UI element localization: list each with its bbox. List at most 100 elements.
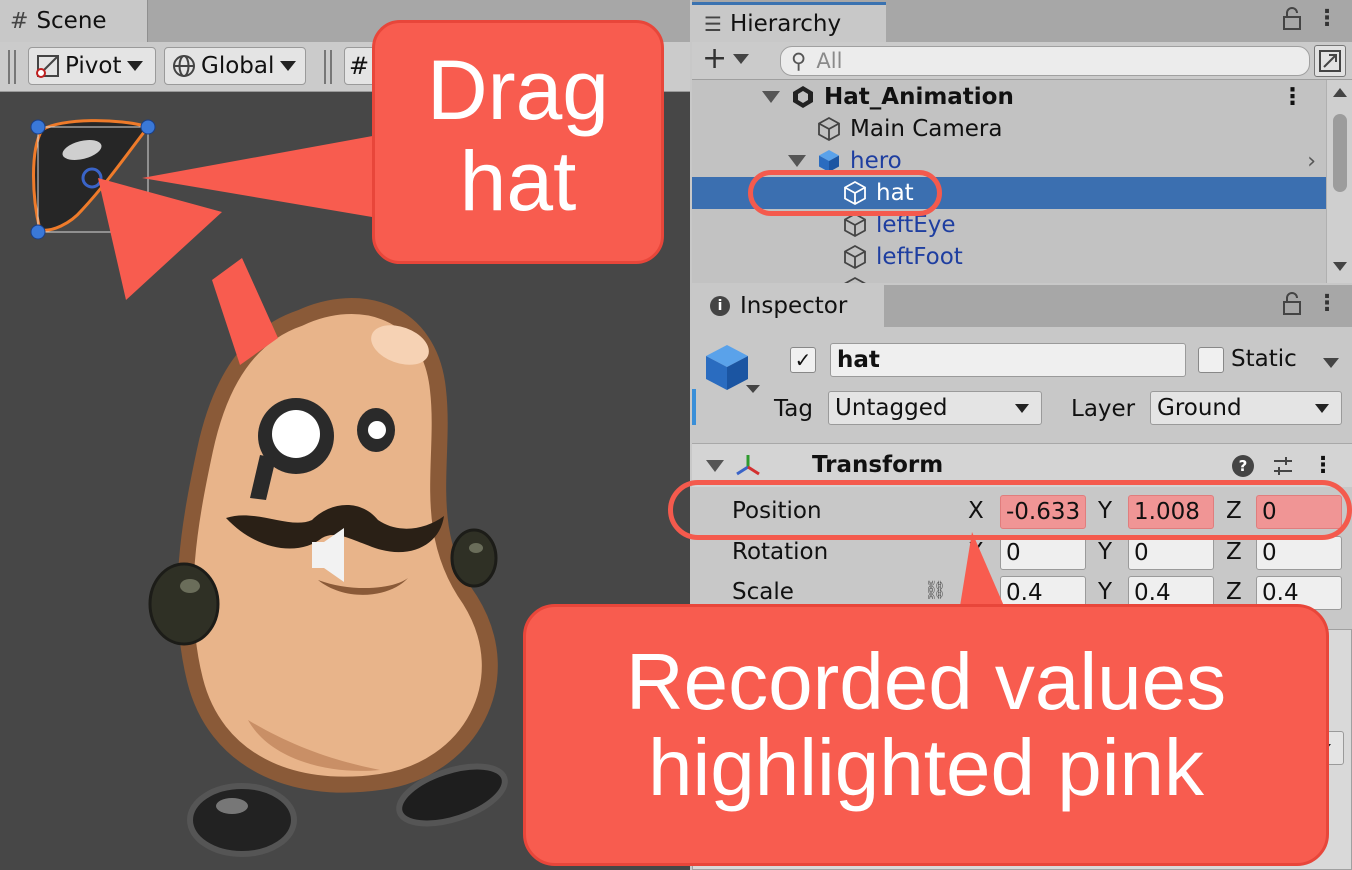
recorded-values-callout: Recorded values highlighted pink [523,604,1329,866]
transform-icon [736,455,760,476]
prefab-icon [844,276,866,283]
tag-dropdown[interactable]: Untagged [828,391,1042,425]
more-options-icon[interactable]: ⋮ [1316,6,1338,31]
inspector-tab-bar: i Inspector ⋮ [692,285,1352,327]
hierarchy-toolbar: + ⚲ [692,42,1352,80]
hierarchy-scrollbar[interactable] [1326,80,1352,283]
lock-icon[interactable] [1282,291,1302,316]
global-label: Global [201,53,275,79]
prefab-icon [844,244,866,270]
more-options-icon[interactable]: ⋮ [1312,453,1334,478]
hierarchy-search-input[interactable] [816,49,1217,73]
override-indicator [692,389,696,425]
globe-icon [173,55,195,77]
axis-y-label: Y [1098,579,1113,605]
pivot-label: Pivot [65,53,122,79]
toolbar-grip [8,50,16,84]
tab-inspector[interactable]: i Inspector [692,285,884,327]
rotation-x-field[interactable]: 0 [1000,536,1086,570]
axis-z-label: Z [1226,579,1242,605]
layer-label: Layer [1071,396,1136,422]
fold-open-icon[interactable] [762,91,780,103]
tab-hierarchy[interactable]: ☰ Hierarchy [692,2,886,42]
hierarchy-tab-label: Hierarchy [729,10,842,37]
scroll-up-icon[interactable] [1333,88,1347,97]
grid-snap-icon: # [349,52,370,80]
unity-scene-icon [793,86,813,108]
create-dropdown[interactable]: + [702,41,750,76]
component-actions: ? ⋮ [1232,453,1334,478]
axis-x-label: X [968,579,984,605]
active-checkbox[interactable]: ✓ [790,347,816,373]
info-icon: i [710,296,730,316]
toolbar-separator [324,50,332,84]
grid-icon: # [10,8,29,34]
callout-line: Recorded values [625,637,1227,726]
gameobject-icon [818,116,840,142]
scrollbar-thumb[interactable] [1333,114,1347,192]
callout-line: Drag [426,43,610,137]
scene-tab-label: Scene [36,8,107,34]
scene-visibility-button[interactable] [1314,45,1346,77]
open-window-icon [1319,50,1341,72]
inspector-tab-label: Inspector [740,293,848,319]
fold-open-icon[interactable] [788,155,806,167]
help-icon[interactable]: ? [1232,454,1254,477]
pivot-dropdown[interactable]: Pivot [28,47,156,85]
rotation-z-field[interactable]: 0 [1256,536,1342,570]
more-options-icon[interactable]: ⋮ [1281,84,1304,110]
hierarchy-item-label: leftFoot [876,244,963,270]
axis-z-label: Z [1226,539,1242,565]
component-title: Transform [812,452,944,478]
hero-character[interactable] [148,298,512,857]
tag-label: Tag [774,396,813,422]
hat-sprite[interactable] [30,119,156,240]
layer-value: Ground [1157,395,1242,421]
prefab-large-icon[interactable] [706,345,764,399]
hierarchy-search: ⚲ [780,46,1310,76]
static-label: Static [1231,346,1297,372]
constrain-proportions-icon[interactable]: ⛓ [924,580,947,601]
hat-highlight-ring [748,170,942,216]
chevron-down-icon [1015,403,1029,413]
inspector-tab-actions: ⋮ [1282,291,1338,316]
hierarchy-tab-bar: ☰ Hierarchy ⋮ [692,0,1352,42]
drag-hat-callout: Drag hat [372,20,664,264]
search-icon: ⚲ [791,49,807,73]
axis-y-label: Y [1098,539,1113,565]
hierarchy-panel: ☰ Hierarchy ⋮ + ⚲ All Hat_Animation ⋮ Ma… [692,0,1352,283]
layer-dropdown[interactable]: Ground [1150,391,1342,425]
scale-label: Scale [732,579,794,605]
chevron-down-icon [1315,403,1329,413]
rotation-y-field[interactable]: 0 [1128,536,1214,570]
rotation-label: Rotation [732,539,829,565]
hierarchy-item-leftfoot[interactable]: leftFoot [692,241,1326,273]
static-checkbox[interactable] [1198,347,1224,373]
chevron-down-icon [280,61,297,71]
pivot-icon [36,55,59,78]
settings-sliders-icon[interactable] [1272,455,1294,477]
scroll-down-icon[interactable] [1333,262,1347,271]
global-dropdown[interactable]: Global [164,47,306,85]
position-highlight-ring [668,480,1352,540]
tag-value: Untagged [835,395,948,421]
chevron-down-icon [127,61,144,71]
axis-x-label: X [968,539,984,565]
more-options-icon[interactable]: ⋮ [1316,291,1338,316]
static-dropdown-icon[interactable] [1323,358,1339,368]
hierarchy-item-main-camera[interactable]: Main Camera [692,113,1326,145]
hierarchy-tab-actions: ⋮ [1282,6,1338,31]
callout-line: hat [459,133,577,228]
object-name-field[interactable] [830,343,1186,377]
plus-icon: + [702,41,728,76]
hierarchy-item-hat-animation[interactable]: Hat_Animation ⋮ [692,81,1326,113]
chevron-right-icon[interactable]: › [1307,149,1316,174]
lock-icon[interactable] [1282,6,1302,31]
hierarchy-item-partial[interactable] [692,273,1326,283]
hierarchy-item-label: Main Camera [850,116,1003,142]
list-icon: ☰ [704,11,722,36]
tab-scene[interactable]: # Scene [0,0,148,42]
fold-open-icon[interactable] [706,460,724,472]
callout-line: highlighted pink [648,723,1204,813]
chevron-down-icon [733,54,750,64]
